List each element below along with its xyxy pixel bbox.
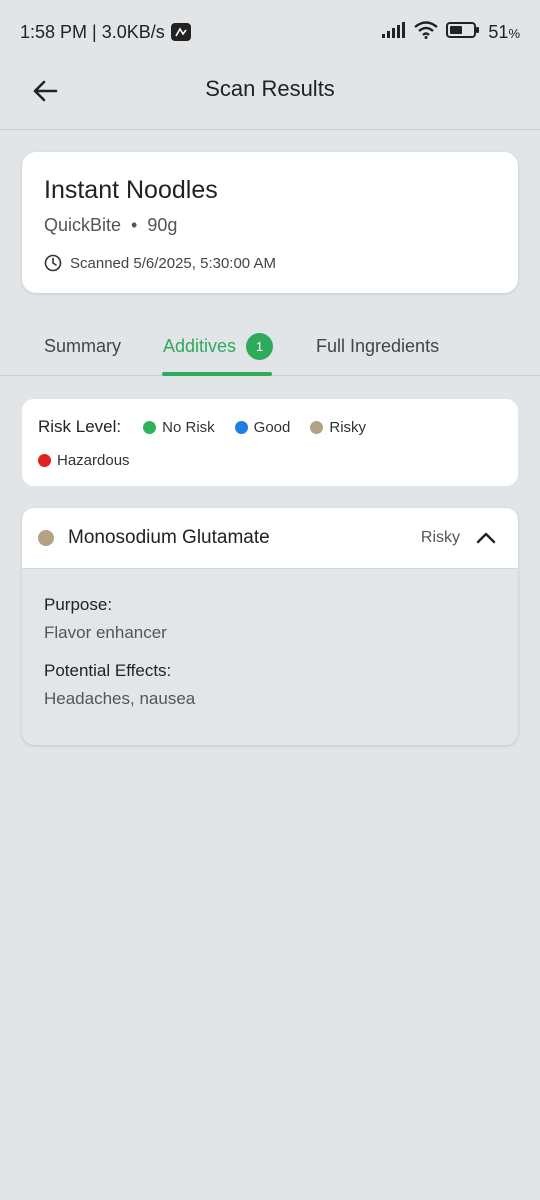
risk-legend: Risk Level: No Risk Good Risky Hazardous: [22, 399, 518, 486]
legend-title: Risk Level:: [38, 417, 122, 436]
tab-summary-label: Summary: [44, 335, 122, 356]
page-title: Scan Results: [205, 76, 335, 101]
legend-row: Hazardous: [38, 448, 502, 472]
status-left: 1:58 PM | 3.0KB/s: [20, 22, 191, 43]
scanned-row: Scanned 5/6/2025, 5:30:00 AM: [44, 254, 496, 272]
effects-value: Headaches, nausea: [44, 689, 196, 708]
purpose-label: Purpose:: [44, 595, 113, 614]
legend-item-no-risk: No Risk: [143, 419, 215, 436]
battery-percent: 51%: [488, 21, 520, 42]
tab-full-ingredients[interactable]: Full Ingredients: [316, 316, 439, 376]
legend-label: Hazardous: [57, 451, 130, 469]
wifi-icon: [414, 20, 439, 44]
tab-bar: Summary Additives 1 Full Ingredients: [0, 316, 540, 376]
product-card: Instant Noodles QuickBite • 90g Scanned …: [22, 152, 518, 293]
legend-item-good: Good: [234, 418, 291, 436]
product-meta: QuickBite • 90g: [44, 215, 496, 236]
green-dot-icon: [143, 420, 157, 434]
additive-header[interactable]: Monosodium Glutamate Risky: [22, 508, 518, 569]
battery-icon: [446, 21, 480, 44]
effects-label: Potential Effects:: [44, 661, 172, 680]
meta-separator: •: [131, 215, 138, 235]
product-weight: 90g: [147, 215, 178, 235]
risk-dot-icon: [38, 530, 54, 546]
status-bar: 1:58 PM | 3.0KB/s 51%: [0, 0, 540, 64]
additive-name: Monosodium Glutamate: [68, 527, 270, 548]
additive-card: Monosodium Glutamate Risky Purpose: Flav…: [22, 508, 518, 745]
tab-additives-label: Additives: [163, 335, 237, 356]
legend-label: No Risk: [162, 418, 215, 436]
active-tab-indicator: [162, 372, 272, 376]
additive-details: Purpose: Flavor enhancer Potential Effec…: [22, 569, 518, 735]
additive-risk-label: Risky: [420, 529, 460, 546]
clock-icon: [44, 254, 62, 272]
signal-icon: [382, 21, 406, 43]
tab-summary[interactable]: Summary: [44, 316, 121, 376]
status-time: 1:58 PM | 3.0KB/s: [20, 21, 165, 42]
purpose-value: Flavor enhancer: [44, 623, 167, 642]
product-name: Instant Noodles: [44, 176, 218, 204]
legend-item-hazardous: Hazardous: [38, 452, 130, 469]
additives-count-badge: 1: [246, 332, 274, 360]
legend-label: Good: [253, 418, 291, 436]
blue-dot-icon: [234, 420, 248, 434]
product-brand: QuickBite: [44, 215, 122, 235]
tab-full-ingredients-label: Full Ingredients: [316, 335, 440, 356]
red-dot-icon: [38, 453, 51, 467]
legend-label: Risky: [329, 418, 367, 436]
chevron-up-icon[interactable]: [476, 531, 496, 545]
status-right: 51%: [382, 20, 520, 44]
notification-app-icon: [170, 23, 191, 41]
app-bar: Scan Results: [0, 64, 540, 130]
legend-item-risky: Risky: [310, 419, 366, 436]
tan-dot-icon: [310, 420, 324, 434]
scanned-timestamp: Scanned 5/6/2025, 5:30:00 AM: [70, 254, 276, 272]
tab-additives[interactable]: Additives 1: [163, 316, 274, 376]
legend-row: Risk Level: No Risk Good Risky: [38, 415, 502, 439]
